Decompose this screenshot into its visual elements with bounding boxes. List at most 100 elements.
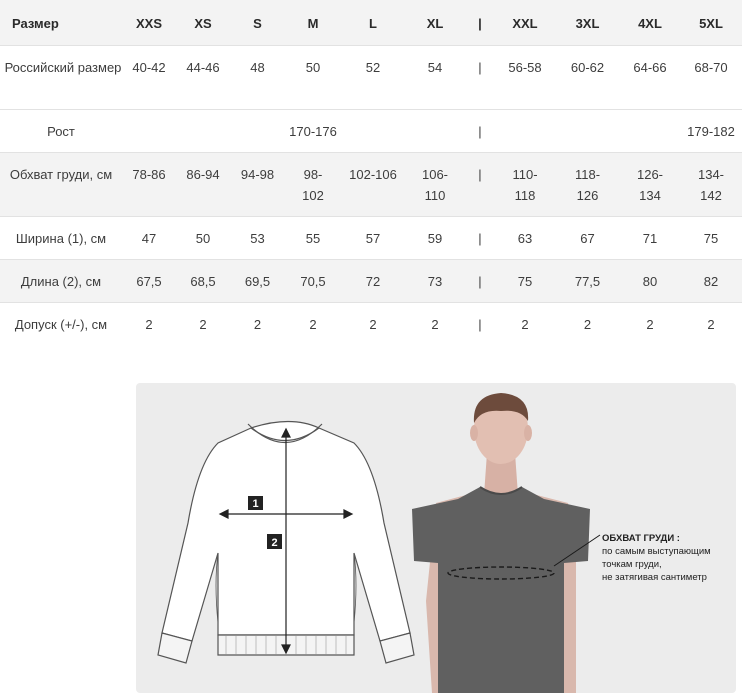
header-cell: XXS: [122, 0, 176, 46]
table-cell: [230, 109, 285, 153]
size-table: Размер XXS XS S M L XL | XXL 3XL 4XL 5XL…: [0, 0, 742, 367]
header-cell: XS: [176, 0, 230, 46]
header-cell: XL: [405, 0, 465, 46]
header-cell: L: [341, 0, 405, 46]
table-cell: 55: [285, 216, 341, 260]
table-cell: 2: [555, 302, 620, 367]
header-cell: 5XL: [680, 0, 742, 46]
table-cell: 69,5: [230, 259, 285, 303]
table-cell: [495, 109, 555, 153]
table-cell: 110-118: [495, 152, 555, 217]
table-cell: [341, 109, 405, 153]
table-cell: 47: [122, 216, 176, 260]
table-cell: 118-126: [555, 152, 620, 217]
row-label: Российский размер: [0, 45, 122, 110]
table-cell: 94-98: [230, 152, 285, 217]
table-cell: [176, 109, 230, 153]
table-cell: 106-110: [405, 152, 465, 217]
table-cell: 2: [620, 302, 680, 367]
header-cell: |: [465, 0, 495, 46]
table-cell: [405, 109, 465, 153]
table-cell: 179-182: [680, 109, 742, 153]
table-cell: |: [465, 216, 495, 260]
man-figure: [412, 393, 601, 693]
table-cell: 59: [405, 216, 465, 260]
table-cell: 73: [405, 259, 465, 303]
chest-line: точкам груди,: [602, 559, 662, 570]
table-cell: 56-58: [495, 45, 555, 110]
table-cell: 80: [620, 259, 680, 303]
table-cell: 82: [680, 259, 742, 303]
row-label: Рост: [0, 109, 122, 153]
table-cell: 50: [176, 216, 230, 260]
table-cell: [555, 109, 620, 153]
table-cell: 63: [495, 216, 555, 260]
row-label: Ширина (1), см: [0, 216, 122, 260]
table-cell: |: [465, 152, 495, 217]
table-cell: 75: [495, 259, 555, 303]
chest-caption: ОБХВАТ ГРУДИ : по самым выступающим точк…: [602, 532, 711, 584]
table-cell: 70,5: [285, 259, 341, 303]
table-cell: 53: [230, 216, 285, 260]
table-cell: 52: [341, 45, 405, 110]
chest-line: не затягивая сантиметр: [602, 572, 707, 583]
table-cell: 170-176: [285, 109, 341, 153]
chest-title: ОБХВАТ ГРУДИ :: [602, 533, 680, 544]
row-label: Обхват груди, см: [0, 152, 122, 217]
table-row: Ширина (1), см 47 50 53 55 57 59 | 63 67…: [0, 216, 742, 260]
table-cell: 50: [285, 45, 341, 110]
table-cell: 2: [285, 302, 341, 367]
measurement-diagram: 1 2 ОБХВАТ ГРУДИ : по самым выступающим …: [136, 383, 736, 693]
table-cell: |: [465, 45, 495, 110]
header-cell: 4XL: [620, 0, 680, 46]
header-row: Размер XXS XS S M L XL | XXL 3XL 4XL 5XL: [0, 0, 742, 46]
table-cell: 2: [122, 302, 176, 367]
table-cell: 2: [495, 302, 555, 367]
table-row: Рост 170-176 | 179-182: [0, 109, 742, 153]
table-cell: 134-142: [680, 152, 742, 217]
table-cell: 71: [620, 216, 680, 260]
table-cell: 102-106: [341, 152, 405, 217]
table-cell: 98-102: [285, 152, 341, 217]
table-cell: 54: [405, 45, 465, 110]
table-cell: 40-42: [122, 45, 176, 110]
chest-line: по самым выступающим: [602, 546, 711, 557]
table-cell: 67: [555, 216, 620, 260]
length-marker: 2: [271, 537, 277, 549]
table-cell: 126-134: [620, 152, 680, 217]
table-cell: |: [465, 109, 495, 153]
table-cell: |: [465, 259, 495, 303]
header-cell: 3XL: [555, 0, 620, 46]
width-marker: 1: [252, 498, 258, 510]
table-row: Российский размер 40-42 44-46 48 50 52 5…: [0, 45, 742, 110]
table-cell: 2: [341, 302, 405, 367]
table-cell: 64-66: [620, 45, 680, 110]
header-cell: M: [285, 0, 341, 46]
table-row: Длина (2), см 67,5 68,5 69,5 70,5 72 73 …: [0, 259, 742, 303]
table-cell: 44-46: [176, 45, 230, 110]
table-row: Обхват груди, см 78-86 86-94 94-98 98-10…: [0, 152, 742, 217]
table-cell: 60-62: [555, 45, 620, 110]
header-cell: S: [230, 0, 285, 46]
table-cell: [122, 109, 176, 153]
table-cell: 2: [230, 302, 285, 367]
table-row: Допуск (+/-), см 2 2 2 2 2 2 | 2 2 2 2: [0, 302, 742, 367]
table-cell: 68-70: [680, 45, 742, 110]
table-cell: 67,5: [122, 259, 176, 303]
table-cell: 48: [230, 45, 285, 110]
table-cell: 78-86: [122, 152, 176, 217]
table-cell: 68,5: [176, 259, 230, 303]
header-cell: XXL: [495, 0, 555, 46]
row-label: Допуск (+/-), см: [0, 302, 122, 367]
table-cell: [620, 109, 680, 153]
table-cell: 2: [176, 302, 230, 367]
table-cell: 2: [405, 302, 465, 367]
table-cell: 75: [680, 216, 742, 260]
header-cell: Размер: [0, 0, 122, 46]
table-cell: 57: [341, 216, 405, 260]
table-cell: |: [465, 302, 495, 367]
table-cell: 2: [680, 302, 742, 367]
table-cell: 86-94: [176, 152, 230, 217]
row-label: Длина (2), см: [0, 259, 122, 303]
table-cell: 77,5: [555, 259, 620, 303]
